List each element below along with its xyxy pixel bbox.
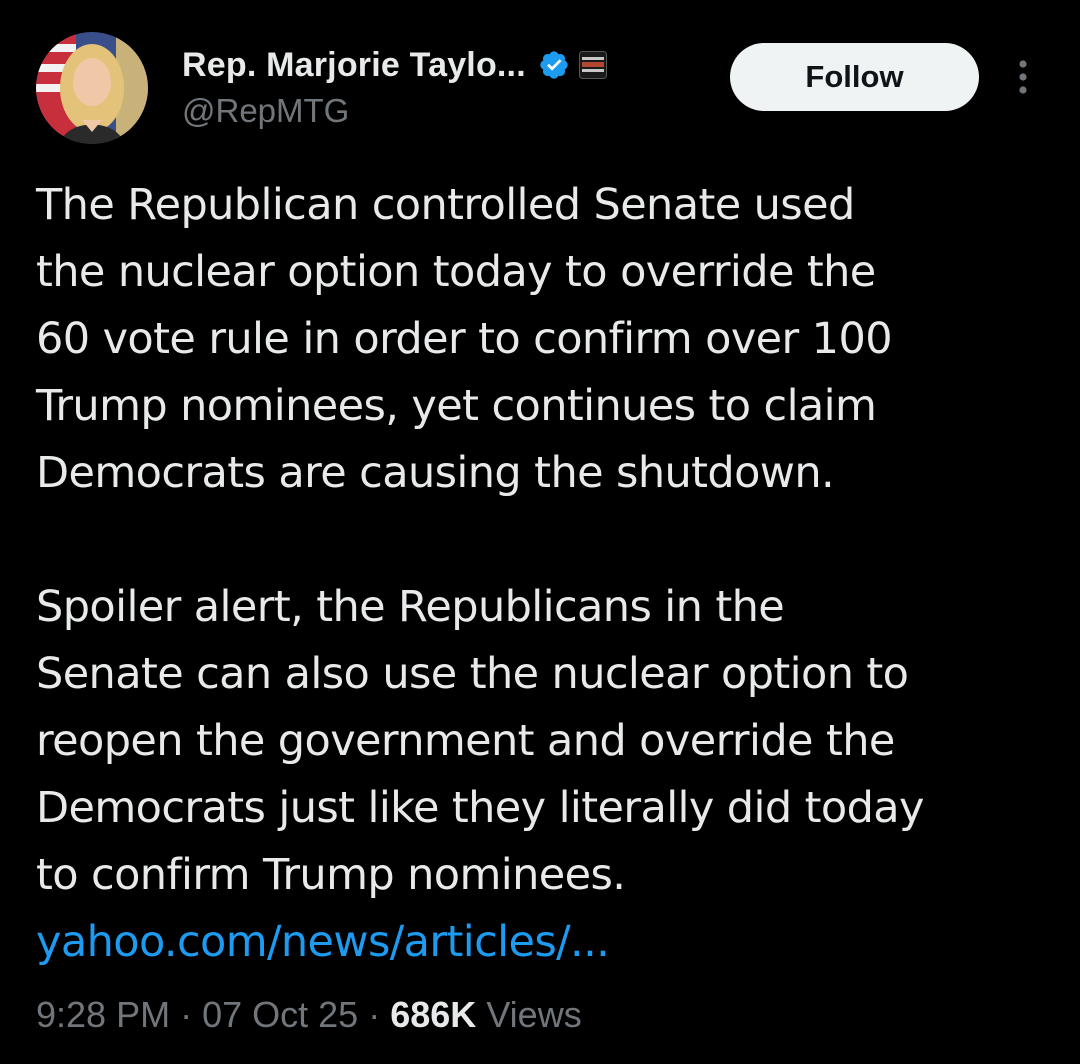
- tweet-time[interactable]: 9:28 PM: [36, 994, 170, 1035]
- tweet-meta: 9:28 PM · 07 Oct 25 · 686K Views: [36, 994, 582, 1036]
- author-handle[interactable]: @RepMTG: [182, 92, 349, 130]
- tweet-line: The Republican controlled Senate used: [36, 180, 855, 230]
- views-count: 686K: [390, 994, 477, 1035]
- meta-separator: ·: [368, 994, 381, 1035]
- tweet-line: Spoiler alert, the Republicans in the: [36, 582, 785, 632]
- verified-badge-icon: [538, 49, 570, 81]
- tweet-line: Trump nominees, yet continues to claim: [36, 381, 877, 431]
- tweet-line: Democrats just like they literally did t…: [36, 783, 924, 833]
- follow-button[interactable]: Follow: [730, 43, 979, 111]
- affiliate-badge-icon[interactable]: [578, 51, 607, 79]
- tweet-text: The Republican controlled Senate used th…: [36, 172, 1046, 976]
- tweet-line: the nuclear option today to override the: [36, 247, 876, 297]
- tweet-line: to confirm Trump nominees.: [36, 850, 626, 900]
- more-options-icon[interactable]: [1008, 56, 1038, 100]
- tweet-card: Rep. Marjorie Taylo... @RepMTG Follow Th…: [0, 0, 1080, 1064]
- article-link[interactable]: yahoo.com/news/articles/...: [36, 909, 1046, 976]
- tweet-line: 60 vote rule in order to confirm over 10…: [36, 314, 893, 364]
- meta-separator: ·: [180, 994, 193, 1035]
- author-display-name[interactable]: Rep. Marjorie Taylo...: [182, 46, 526, 85]
- views-label: Views: [486, 994, 582, 1035]
- avatar[interactable]: [36, 32, 148, 144]
- author-name-row: Rep. Marjorie Taylo...: [182, 40, 607, 90]
- avatar-image: [36, 32, 148, 144]
- tweet-line: reopen the government and override the: [36, 716, 895, 766]
- tweet-line: Democrats are causing the shutdown.: [36, 448, 835, 498]
- tweet-line: Senate can also use the nuclear option t…: [36, 649, 909, 699]
- tweet-date[interactable]: 07 Oct 25: [202, 994, 358, 1035]
